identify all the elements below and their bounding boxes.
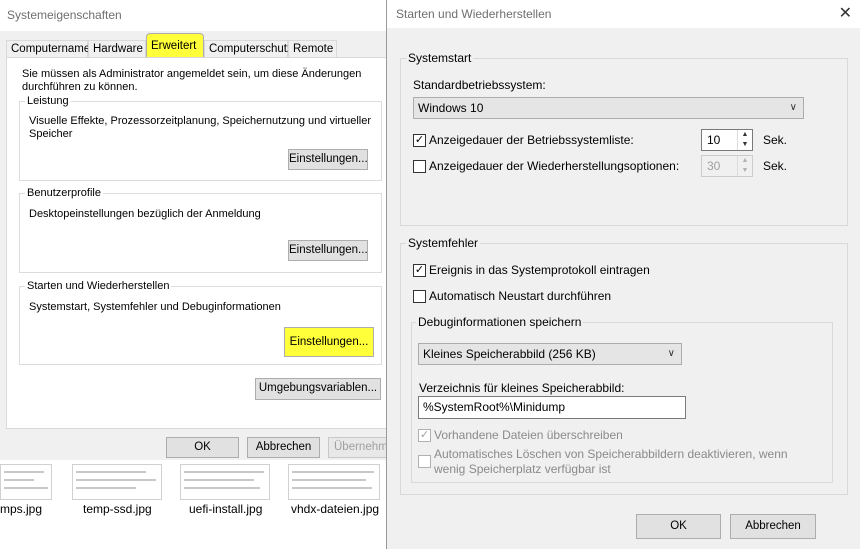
title-bar: Starten und Wiederherstellen ✕: [387, 0, 860, 28]
dump-dir-input[interactable]: %SystemRoot%\Minidump: [418, 396, 686, 419]
legend-debuginfo: Debuginformationen speichern: [416, 315, 584, 329]
legend-systemfehler: Systemfehler: [406, 236, 481, 250]
auto-delete-label: Automatisches Löschen von Speicherabbild…: [434, 447, 788, 476]
chevron-down-icon: ∨: [789, 102, 797, 113]
auto-delete-checkbox[interactable]: [418, 455, 431, 468]
system-properties-dialog: Systemeigenschaften Computername Hardwar…: [0, 0, 394, 460]
os-list-unit: Sek.: [763, 133, 788, 147]
recovery-options-label: Anzeigedauer der Wiederherstellungsoptio…: [429, 159, 680, 173]
dump-dir-label: Verzeichnis für kleines Speicherabbild:: [419, 381, 625, 395]
auto-restart-checkbox[interactable]: [413, 290, 426, 303]
dialog-title: Systemeigenschaften: [7, 8, 122, 22]
default-os-label: Standardbetriebssystem:: [413, 78, 546, 92]
spin-down-icon[interactable]: ▼: [738, 140, 752, 150]
overwrite-checkbox[interactable]: ✓: [418, 429, 431, 442]
group-legend-starten: Starten und Wiederherstellen: [25, 280, 172, 292]
group-desc-leistung: Visuelle Effekte, Prozessorzeitplanung, …: [29, 115, 372, 140]
cancel-button[interactable]: Abbrechen: [730, 514, 816, 539]
thumbnail-uefi-install[interactable]: [180, 464, 270, 500]
log-event-checkbox[interactable]: ✓: [413, 264, 426, 277]
group-desc-starten: Systemstart, Systemfehler und Debuginfor…: [29, 301, 281, 313]
spin-up-icon[interactable]: ▲: [738, 156, 752, 166]
os-list-seconds-spinner[interactable]: 10 ▲ ▼: [701, 129, 753, 151]
recovery-seconds-spinner[interactable]: 30 ▲ ▼: [701, 155, 753, 177]
startup-settings-button[interactable]: Einstellungen...: [284, 327, 374, 357]
close-icon[interactable]: ✕: [839, 3, 852, 23]
recovery-unit: Sek.: [763, 159, 788, 173]
title-bar: Systemeigenschaften: [0, 0, 390, 31]
spin-down-icon[interactable]: ▼: [738, 166, 752, 176]
tab-computerschutz[interactable]: Computerschutz: [204, 40, 293, 58]
profile-settings-button[interactable]: Einstellungen...: [288, 240, 368, 261]
group-legend-leistung: Leistung: [25, 95, 71, 107]
dialog-title: Starten und Wiederherstellen: [396, 7, 552, 21]
cancel-button[interactable]: Abbrechen: [247, 437, 320, 458]
thumbnail-label: uefi-install.jpg: [189, 502, 263, 516]
recovery-options-checkbox[interactable]: [413, 160, 426, 173]
environment-variables-button[interactable]: Umgebungsvariablen...: [255, 378, 381, 400]
thumbnail-temp-ssd[interactable]: [72, 464, 162, 500]
thumbnail-label: mps.jpg: [0, 502, 43, 516]
thumbnail-label: vhdx-dateien.jpg: [291, 502, 380, 516]
leistung-settings-button[interactable]: Einstellungen...: [288, 149, 368, 170]
thumbnail-label: temp-ssd.jpg: [83, 502, 152, 516]
auto-restart-label: Automatisch Neustart durchführen: [429, 289, 612, 303]
tab-computername[interactable]: Computername: [6, 40, 90, 58]
default-os-select[interactable]: Windows 10 ∨: [413, 97, 804, 119]
log-event-label: Ereignis in das Systemprotokoll eintrage…: [429, 263, 650, 277]
thumbnail-vhdx-dateien[interactable]: [288, 464, 380, 500]
tab-remote[interactable]: Remote: [288, 40, 337, 58]
apply-button[interactable]: Übernehme: [328, 437, 390, 458]
os-list-label: Anzeigedauer der Betriebssystemliste:: [429, 133, 634, 147]
legend-systemstart: Systemstart: [406, 51, 474, 65]
chevron-down-icon: ∨: [667, 348, 675, 359]
tab-erweitert[interactable]: Erweitert: [146, 33, 204, 59]
tab-hardware[interactable]: Hardware: [88, 40, 146, 58]
admin-note: Sie müssen als Administrator angemeldet …: [22, 68, 362, 93]
dump-type-select[interactable]: Kleines Speicherabbild (256 KB) ∨: [418, 343, 682, 365]
ok-button[interactable]: OK: [166, 437, 239, 458]
overwrite-label: Vorhandene Dateien überschreiben: [434, 428, 623, 442]
ok-button[interactable]: OK: [636, 514, 721, 539]
startup-recovery-dialog: Starten und Wiederherstellen ✕ Systemsta…: [386, 0, 860, 549]
group-desc-benutzerprofile: Desktopeinstellungen bezüglich der Anmel…: [29, 208, 261, 220]
os-list-checkbox[interactable]: ✓: [413, 134, 426, 147]
thumbnail-mps[interactable]: [0, 464, 52, 500]
spin-up-icon[interactable]: ▲: [738, 130, 752, 140]
group-legend-benutzerprofile: Benutzerprofile: [25, 187, 103, 199]
group-benutzerprofile: [19, 193, 382, 273]
